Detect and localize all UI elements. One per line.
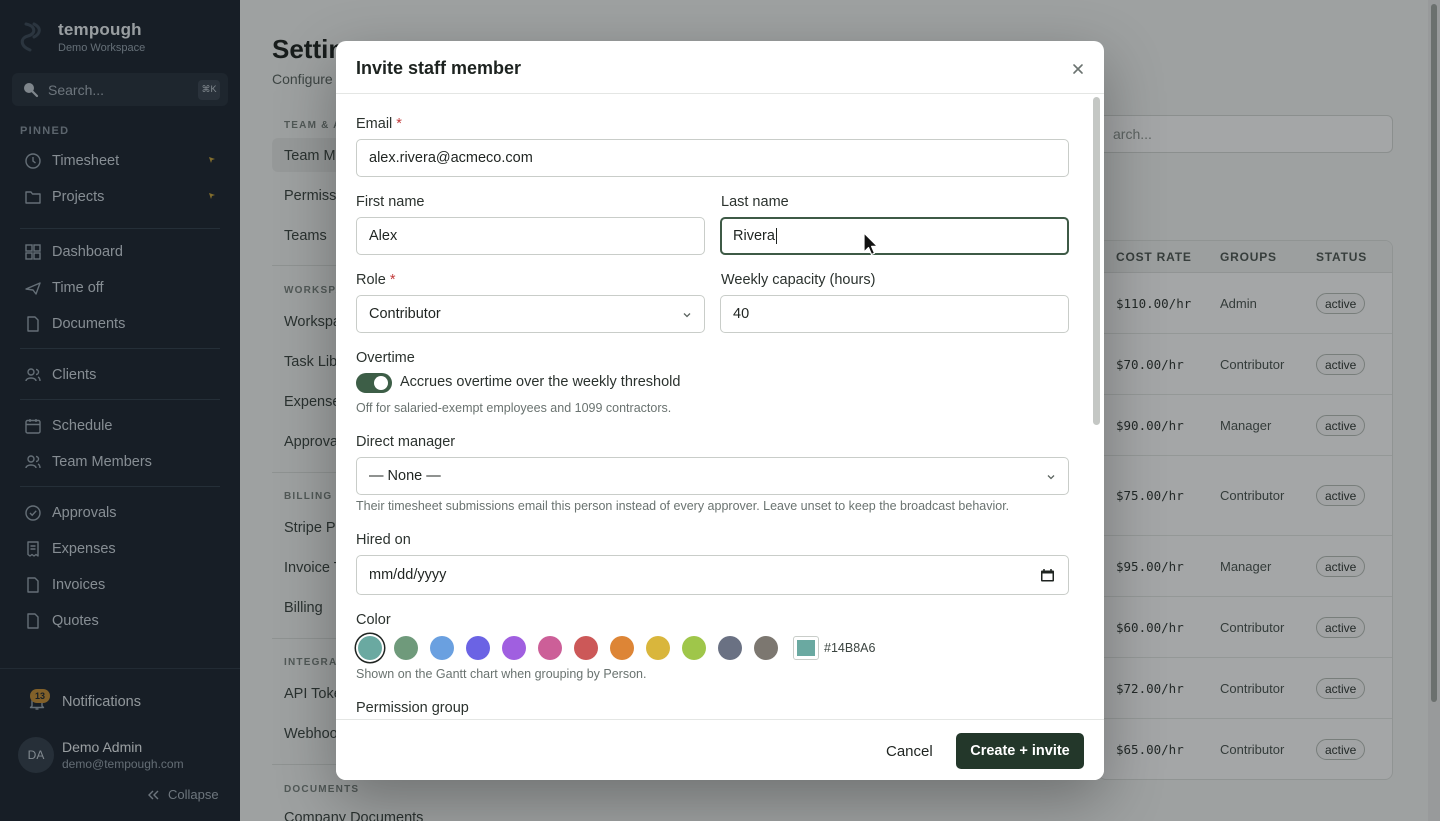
capacity-label: Weekly capacity (hours) <box>721 272 876 288</box>
overtime-help-text: Off for salaried-exempt employees and 10… <box>356 401 672 415</box>
close-icon[interactable] <box>1068 61 1088 77</box>
color-swatch[interactable] <box>718 636 742 660</box>
role-label: Role * <box>356 272 396 288</box>
color-swatch[interactable] <box>358 636 382 660</box>
cancel-button[interactable]: Cancel <box>874 736 945 766</box>
email-label: Email * <box>356 116 402 132</box>
color-label: Color <box>356 612 391 628</box>
last-name-value: Rivera <box>733 228 775 244</box>
email-label-text: Email <box>356 116 393 132</box>
chevron-down-icon <box>683 313 691 318</box>
last-name-label: Last name <box>721 194 789 210</box>
chevron-down-icon <box>1047 475 1055 480</box>
calendar-icon[interactable] <box>1040 568 1055 583</box>
first-name-label: First name <box>356 194 425 210</box>
create-invite-button[interactable]: Create + invite <box>956 733 1084 769</box>
last-name-field[interactable]: Rivera <box>720 217 1069 255</box>
custom-color-preview <box>797 640 815 656</box>
color-swatch[interactable] <box>466 636 490 660</box>
required-marker: * <box>389 272 396 288</box>
manager-select[interactable]: — None — <box>356 457 1069 495</box>
role-select-value: Contributor <box>369 306 441 322</box>
toggle-knob <box>374 376 388 390</box>
modal-footer: Cancel Create + invite <box>336 719 1104 780</box>
modal-body: Email * alex.rivera@acmeco.com First nam… <box>336 95 1104 719</box>
modal-header: Invite staff member <box>336 41 1104 94</box>
color-swatch[interactable] <box>430 636 454 660</box>
color-swatch[interactable] <box>646 636 670 660</box>
hired-on-date-field[interactable]: mm/dd/yyyy <box>356 555 1069 595</box>
invite-staff-modal: Invite staff member Email * alex.rivera@… <box>336 41 1104 780</box>
permission-group-label: Permission group <box>356 700 469 716</box>
custom-color-picker[interactable] <box>793 636 819 660</box>
hired-on-label: Hired on <box>356 532 411 548</box>
overtime-toggle-label[interactable]: Accrues overtime over the weekly thresho… <box>400 374 680 390</box>
custom-color-hex: #14B8A6 <box>824 641 876 655</box>
text-caret <box>775 228 777 244</box>
manager-help-text: Their timesheet submissions email this p… <box>356 499 1010 513</box>
color-swatch[interactable] <box>538 636 562 660</box>
color-help-text: Shown on the Gantt chart when grouping b… <box>356 667 647 681</box>
color-swatch[interactable] <box>754 636 778 660</box>
color-swatch[interactable] <box>574 636 598 660</box>
email-field[interactable]: alex.rivera@acmeco.com <box>356 139 1069 177</box>
modal-title: Invite staff member <box>356 58 522 78</box>
overtime-label: Overtime <box>356 350 415 366</box>
color-swatch[interactable] <box>610 636 634 660</box>
color-swatch[interactable] <box>682 636 706 660</box>
role-label-text: Role <box>356 272 386 288</box>
modal-scrollbar-thumb[interactable] <box>1093 97 1100 425</box>
mouse-pointer-icon <box>863 232 879 256</box>
color-swatch[interactable] <box>394 636 418 660</box>
manager-select-value: — None — <box>369 468 441 484</box>
first-name-field[interactable]: Alex <box>356 217 705 255</box>
required-marker: * <box>396 116 402 132</box>
role-select[interactable]: Contributor <box>356 295 705 333</box>
color-swatch[interactable] <box>502 636 526 660</box>
hired-on-placeholder: mm/dd/yyyy <box>369 567 447 583</box>
manager-label: Direct manager <box>356 434 456 450</box>
overtime-toggle[interactable] <box>356 373 392 393</box>
capacity-field[interactable]: 40 <box>720 295 1069 333</box>
